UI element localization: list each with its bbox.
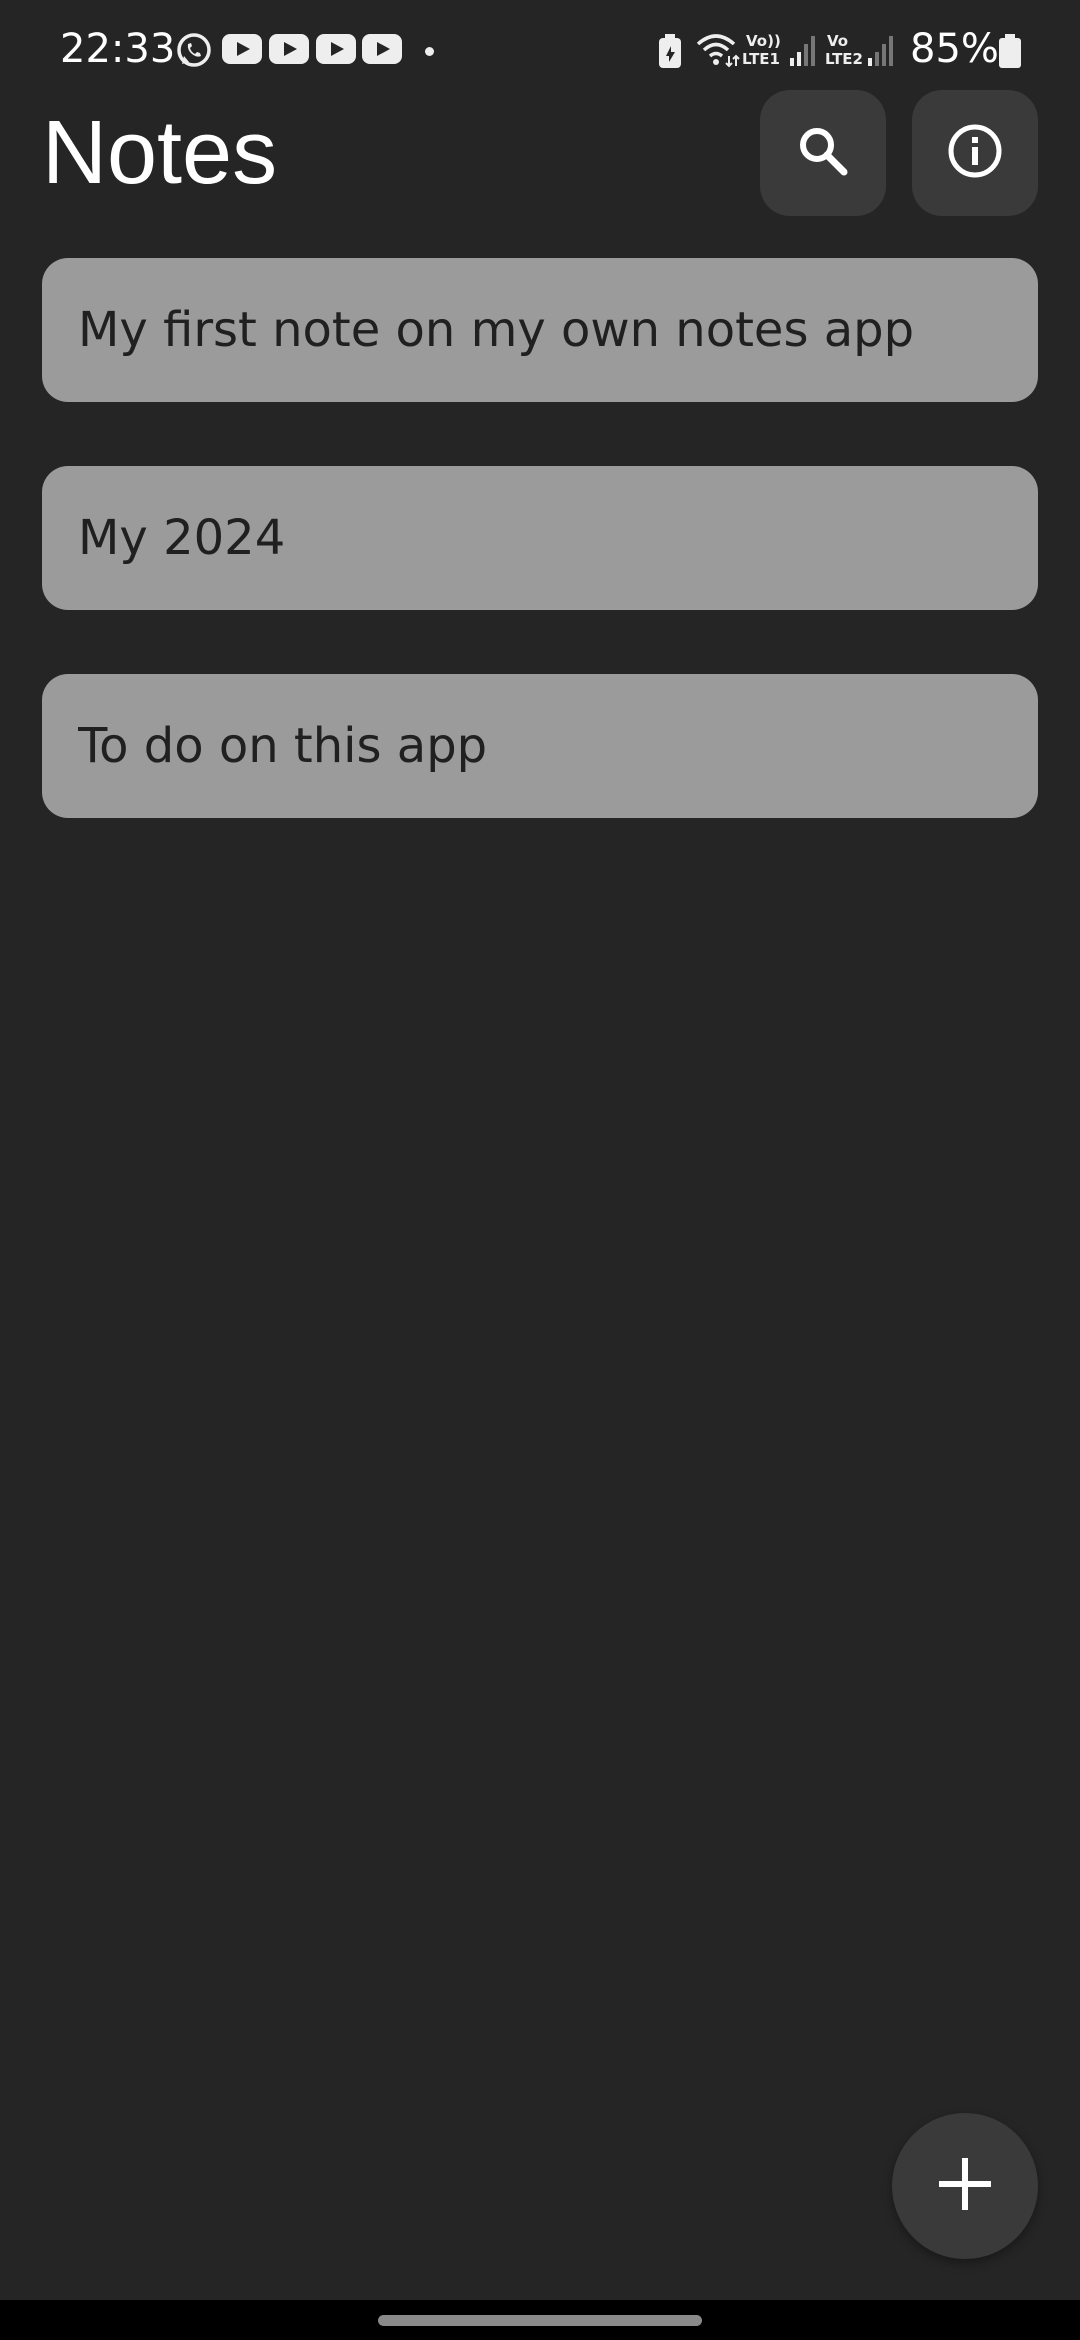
note-title: My first note on my own notes app bbox=[78, 302, 915, 358]
info-icon bbox=[946, 122, 1004, 184]
signal-sim1-icon bbox=[790, 36, 816, 70]
status-time: 22:33 bbox=[60, 26, 176, 72]
youtube-icon bbox=[222, 34, 262, 64]
info-button[interactable] bbox=[912, 90, 1038, 216]
note-title: To do on this app bbox=[78, 718, 488, 774]
youtube-icon bbox=[362, 34, 402, 64]
note-title: My 2024 bbox=[78, 510, 286, 566]
sim2-volte-label: Vo bbox=[827, 32, 849, 50]
sim2-lte-label: LTE2 bbox=[825, 50, 863, 68]
plus-icon bbox=[937, 2156, 993, 2216]
sim1-volte-label: Vo)) bbox=[746, 32, 781, 50]
youtube-icon bbox=[316, 34, 356, 64]
wifi-icon bbox=[696, 32, 740, 72]
more-notifications-dot bbox=[425, 47, 434, 56]
home-gesture-handle[interactable] bbox=[378, 2315, 702, 2326]
whatsapp-icon bbox=[174, 31, 214, 75]
battery-percent: 85% bbox=[910, 26, 999, 72]
note-item[interactable]: My first note on my own notes app bbox=[42, 258, 1038, 402]
battery-saver-icon bbox=[658, 34, 682, 72]
status-bar: 22:33 Vo)) LTE1 Vo LTE2 85% bbox=[0, 0, 1080, 100]
signal-sim2-icon bbox=[868, 36, 894, 70]
add-note-button[interactable] bbox=[892, 2113, 1038, 2259]
battery-icon bbox=[998, 34, 1022, 72]
note-item[interactable]: To do on this app bbox=[42, 674, 1038, 818]
search-button[interactable] bbox=[760, 90, 886, 216]
notes-screen: 22:33 Vo)) LTE1 Vo LTE2 85% Notes My fir… bbox=[0, 0, 1080, 2340]
youtube-icon bbox=[269, 34, 309, 64]
search-icon bbox=[796, 124, 850, 182]
note-item[interactable]: My 2024 bbox=[42, 466, 1038, 610]
navigation-bar bbox=[0, 2300, 1080, 2340]
notes-list: My first note on my own notes app My 202… bbox=[42, 258, 1038, 882]
page-title: Notes bbox=[42, 103, 278, 203]
sim1-lte-label: LTE1 bbox=[742, 50, 780, 68]
